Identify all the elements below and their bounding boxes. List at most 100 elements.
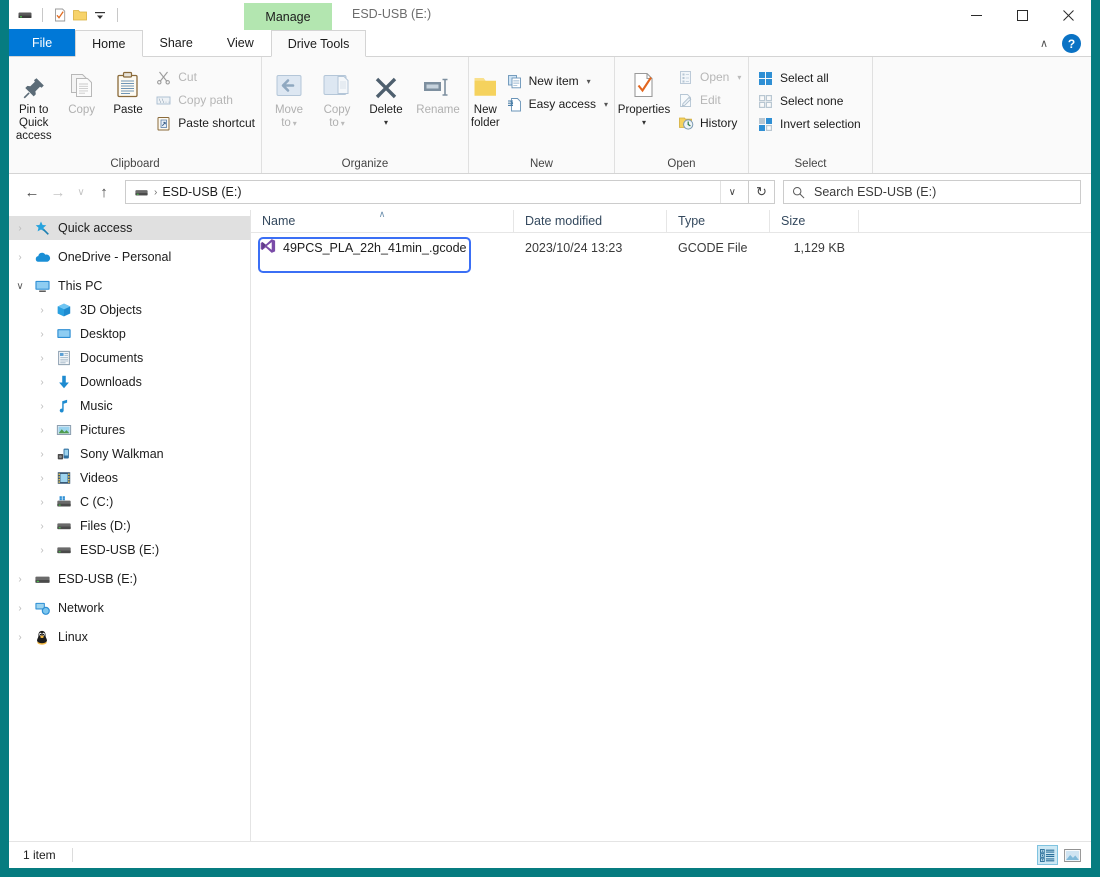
chevron-right-icon[interactable]: › xyxy=(9,574,31,585)
chevron-right-icon[interactable]: › xyxy=(31,521,53,532)
portable-device-icon xyxy=(53,446,75,462)
sidebar-item-this-pc[interactable]: ∨ This PC xyxy=(9,274,250,298)
chevron-right-icon[interactable]: › xyxy=(9,252,31,263)
address-dropdown-button[interactable]: ∨ xyxy=(719,181,744,203)
chevron-down-icon[interactable]: ▾ xyxy=(587,77,591,86)
sidebar-item-videos[interactable]: › Videos xyxy=(9,466,250,490)
maximize-button[interactable] xyxy=(999,0,1045,30)
column-header-size[interactable]: Size xyxy=(770,209,859,233)
up-button[interactable]: ↑ xyxy=(91,179,117,205)
chevron-right-icon[interactable]: › xyxy=(9,603,31,614)
easy-access-button[interactable]: Easy access ▾ xyxy=(502,93,614,115)
tab-file[interactable]: File xyxy=(9,29,76,56)
ribbon-group-open: Properties ▾ Open ▾ Edit History Open xyxy=(615,57,749,173)
visual-studio-file-icon xyxy=(260,238,276,257)
file-list[interactable]: 49PCS_PLA_22h_41min_.gcode 2023/10/24 13… xyxy=(251,233,1091,841)
back-button[interactable]: ← xyxy=(19,179,45,205)
sidebar-item-3d-objects[interactable]: › 3D Objects xyxy=(9,298,250,322)
column-header-date-modified[interactable]: Date modified xyxy=(514,209,667,233)
chevron-right-icon[interactable]: › xyxy=(9,632,31,643)
refresh-button[interactable]: ↻ xyxy=(749,180,775,204)
sidebar-item-documents[interactable]: › Documents xyxy=(9,346,250,370)
delete-dropdown-caret[interactable]: ▾ xyxy=(384,119,388,127)
breadcrumb-drive-icon-wrap[interactable]: › ESD-USB (E:) xyxy=(130,185,246,200)
chevron-right-icon[interactable]: › xyxy=(31,473,53,484)
open-button[interactable]: Open ▾ xyxy=(673,66,747,88)
delete-button[interactable]: Delete ▾ xyxy=(361,61,411,127)
chevron-right-icon[interactable]: › xyxy=(9,223,31,234)
sidebar-item-files-d-drive[interactable]: › Files (D:) xyxy=(9,514,250,538)
paste-button[interactable]: Paste xyxy=(105,61,151,117)
sidebar-item-esd-usb-e-drive-root[interactable]: › ESD-USB (E:) xyxy=(9,567,250,591)
sidebar-item-esd-usb-e-drive-child[interactable]: › ESD-USB (E:) xyxy=(9,538,250,562)
breadcrumb[interactable]: › ESD-USB (E:) ∨ xyxy=(125,180,749,204)
search-input[interactable]: Search ESD-USB (E:) xyxy=(783,180,1081,204)
breadcrumb-item-drive[interactable]: ESD-USB (E:) xyxy=(162,185,241,199)
edit-button[interactable]: Edit xyxy=(673,89,747,111)
properties-button[interactable]: Properties ▾ xyxy=(615,61,673,127)
column-header-type[interactable]: Type xyxy=(667,209,770,233)
minimize-button[interactable] xyxy=(953,0,999,30)
forward-button[interactable]: → xyxy=(45,179,71,205)
chevron-right-icon[interactable]: › xyxy=(31,497,53,508)
sidebar-item-network[interactable]: › Network xyxy=(9,596,250,620)
sidebar-item-music[interactable]: › Music xyxy=(9,394,250,418)
copy-path-button[interactable]: \\.. Copy path xyxy=(151,89,261,111)
new-folder-button[interactable]: New folder xyxy=(469,61,502,130)
chevron-right-icon[interactable]: › xyxy=(31,545,53,556)
select-all-button[interactable]: Select all xyxy=(753,67,867,89)
chevron-right-icon[interactable]: › xyxy=(31,353,53,364)
tab-drive-tools[interactable]: Drive Tools xyxy=(270,30,367,57)
chevron-right-icon[interactable]: › xyxy=(31,377,53,388)
sidebar-item-desktop[interactable]: › Desktop xyxy=(9,322,250,346)
chevron-right-icon[interactable]: › xyxy=(31,329,53,340)
chevron-down-icon[interactable]: ∨ xyxy=(9,281,31,292)
sidebar-item-c-drive[interactable]: › C (C:) xyxy=(9,490,250,514)
sidebar-item-quick-access[interactable]: › Quick access xyxy=(9,216,250,240)
chevron-right-icon[interactable]: › xyxy=(31,425,53,436)
rename-button[interactable]: Rename xyxy=(411,61,465,117)
sidebar-item-onedrive[interactable]: › OneDrive - Personal xyxy=(9,245,250,269)
details-view-button[interactable] xyxy=(1037,845,1058,865)
paste-shortcut-button[interactable]: Paste shortcut xyxy=(151,112,261,134)
collapse-ribbon-button[interactable]: ∧ xyxy=(1036,37,1052,50)
copy-to-button[interactable]: Copy to ▾ xyxy=(313,61,361,130)
sidebar-item-sony-walkman[interactable]: › Sony Walkman xyxy=(9,442,250,466)
chevron-right-icon[interactable]: › xyxy=(31,449,53,460)
scissors-icon xyxy=(155,69,172,86)
customize-dropdown-icon[interactable] xyxy=(90,5,110,25)
chevron-down-icon[interactable]: ▾ xyxy=(604,100,608,109)
cut-button[interactable]: Cut xyxy=(151,66,261,88)
help-button[interactable]: ? xyxy=(1062,34,1081,53)
tab-share[interactable]: Share xyxy=(143,29,210,56)
move-to-button[interactable]: Move to ▾ xyxy=(265,61,313,130)
properties-dropdown-caret[interactable]: ▾ xyxy=(642,119,646,127)
new-item-button[interactable]: New item ▾ xyxy=(502,70,614,92)
tab-view[interactable]: View xyxy=(210,29,271,56)
sidebar-item-linux[interactable]: › Linux xyxy=(9,625,250,649)
move-to-label-line1: Move xyxy=(274,104,304,116)
copy-label: Copy xyxy=(68,104,96,116)
select-none-button[interactable]: Select none xyxy=(753,90,867,112)
new-folder-icon[interactable] xyxy=(70,5,90,25)
column-header-name[interactable]: ∧ Name xyxy=(251,209,514,233)
address-bar: ← → ∨ ↑ › ESD-USB (E:) ∨ ↻ Search ESD-US… xyxy=(9,174,1091,210)
recent-locations-button[interactable]: ∨ xyxy=(71,179,91,205)
sidebar-item-downloads[interactable]: › Downloads xyxy=(9,370,250,394)
tab-home[interactable]: Home xyxy=(75,30,143,57)
chevron-down-icon[interactable]: ▾ xyxy=(737,73,741,82)
copy-button[interactable]: Copy xyxy=(58,61,104,117)
chevron-right-icon[interactable]: › xyxy=(31,401,53,412)
close-button[interactable] xyxy=(1045,0,1091,30)
sidebar-item-pictures[interactable]: › Pictures xyxy=(9,418,250,442)
pin-to-quick-access-button[interactable]: Pin to Quick access xyxy=(9,61,58,143)
table-row[interactable]: 49PCS_PLA_22h_41min_.gcode 2023/10/24 13… xyxy=(251,236,1091,259)
ribbon-group-organize: Move to ▾ Copy to ▾ Delete ▾ Rename Orga… xyxy=(262,57,469,173)
invert-selection-button[interactable]: Invert selection xyxy=(753,113,867,135)
file-name-cell[interactable]: 49PCS_PLA_22h_41min_.gcode xyxy=(251,238,514,257)
properties-checkmark-icon[interactable] xyxy=(50,5,70,25)
large-icons-view-button[interactable] xyxy=(1062,845,1083,865)
drive-icon[interactable] xyxy=(15,5,35,25)
chevron-right-icon[interactable]: › xyxy=(31,305,53,316)
history-button[interactable]: History xyxy=(673,112,747,134)
